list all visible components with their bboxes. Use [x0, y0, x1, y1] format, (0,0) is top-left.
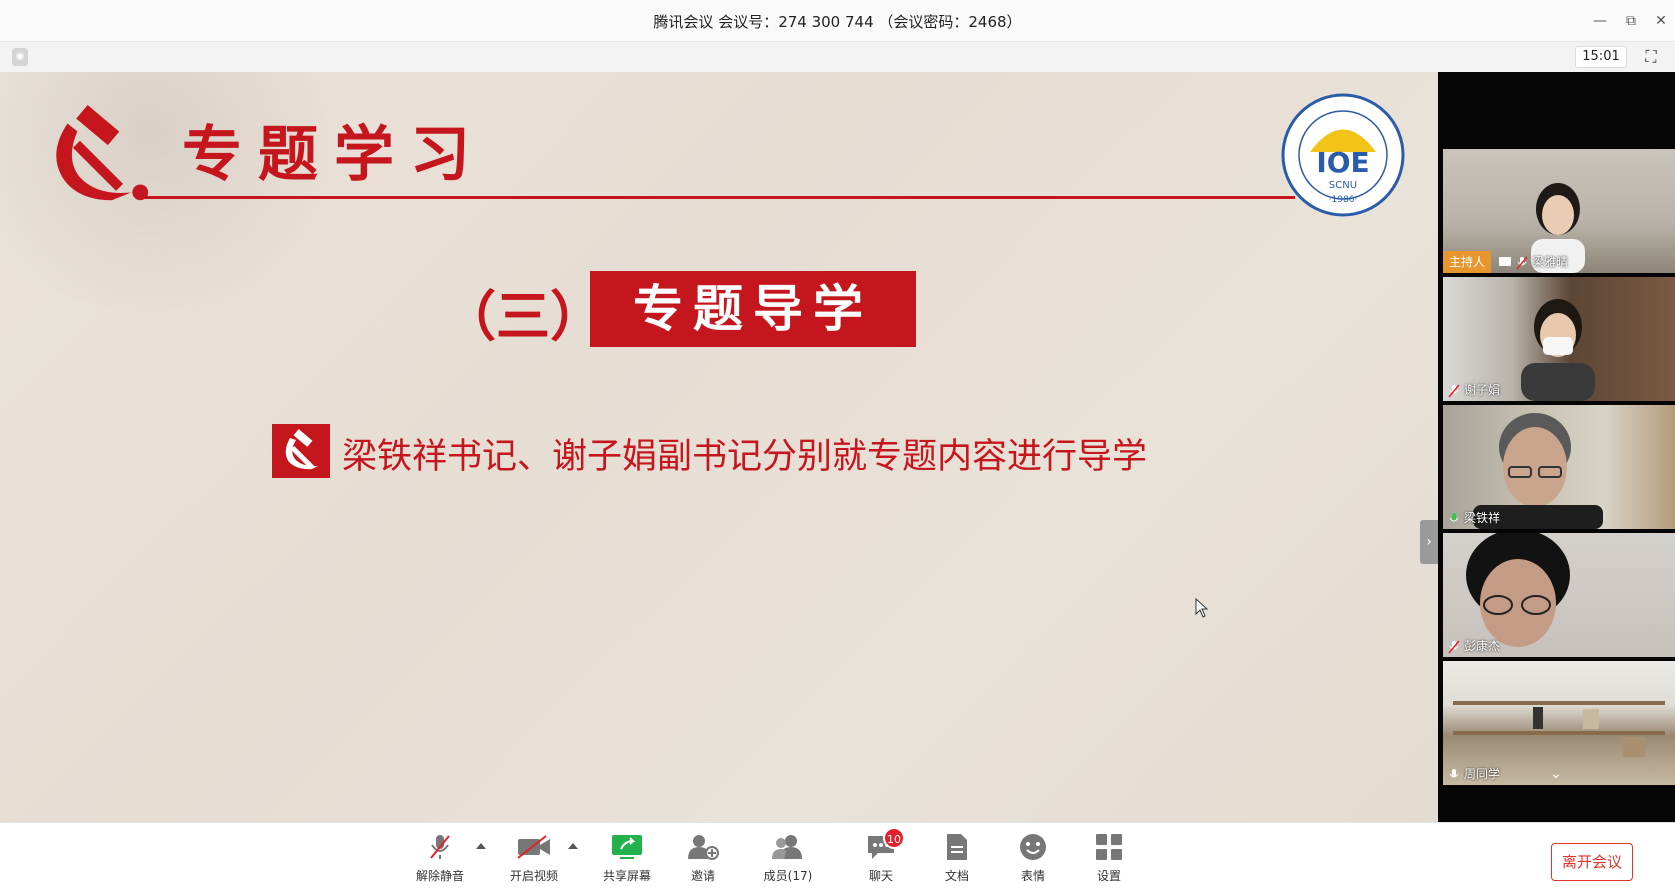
- unmute-button[interactable]: 解除静音: [408, 831, 472, 884]
- fullscreen-icon[interactable]: ⛶: [1640, 46, 1662, 68]
- svg-text:·1986·: ·1986·: [1329, 195, 1358, 205]
- audio-options-caret[interactable]: [476, 843, 486, 849]
- party-emblem-icon: [56, 105, 149, 201]
- window-title: 腾讯会议 会议号：274 300 744 （会议密码：2468）: [653, 13, 1022, 31]
- close-icon[interactable]: ✕: [1650, 10, 1672, 32]
- svg-text:SCNU: SCNU: [1329, 180, 1357, 191]
- muted-mic-icon: [1448, 384, 1460, 398]
- shield-icon[interactable]: ◉: [12, 48, 28, 66]
- screen-share-icon: [1499, 257, 1511, 266]
- muted-mic-icon: [1516, 256, 1528, 270]
- slide-heading: 专题学习: [182, 120, 486, 190]
- share-screen-icon: [612, 835, 642, 859]
- invite-button[interactable]: 邀请: [671, 831, 735, 884]
- video-options-caret[interactable]: [568, 843, 578, 849]
- chat-unread-badge: 10: [883, 827, 905, 849]
- meeting-clock: 15:01: [1575, 46, 1627, 68]
- members-button[interactable]: 成员(17): [756, 831, 820, 884]
- video-tile[interactable]: 谢子娟: [1443, 277, 1675, 401]
- restore-icon[interactable]: ⧉: [1620, 10, 1642, 32]
- collapse-video-panel-button[interactable]: ›: [1420, 520, 1438, 564]
- minimize-icon[interactable]: —: [1589, 10, 1611, 32]
- college-logo: IOE SCNU ·1986·: [1281, 93, 1405, 217]
- slide-bullet-text: 梁铁祥书记、谢子娟副书记分别就专题内容进行导学: [342, 437, 1148, 477]
- meeting-toolbar: 解除静音 开启视频 共享屏幕 邀请 成员(17) 10 聊天 文档 表情 设置 …: [0, 822, 1675, 894]
- reactions-button[interactable]: 表情: [1001, 831, 1065, 884]
- shared-screen: 专题学习 IOE SCNU ·1986· （三） 专题导学 梁铁祥书记、谢子娟副…: [0, 72, 1438, 822]
- document-icon: [947, 834, 967, 860]
- chevron-down-icon[interactable]: ⌄: [1550, 766, 1562, 782]
- documents-button[interactable]: 文档: [925, 831, 989, 884]
- video-off-icon: [517, 835, 550, 859]
- participant-name: 梁铁祥: [1464, 511, 1501, 525]
- video-tile[interactable]: 彭康杰: [1443, 533, 1675, 657]
- heading-divider: [140, 196, 1295, 199]
- mouse-cursor-icon: [1195, 598, 1209, 618]
- video-tile[interactable]: 主持人 梁雅晴: [1443, 149, 1675, 273]
- members-icon: [772, 835, 802, 859]
- settings-grid-icon: [1096, 834, 1122, 860]
- participant-name: 彭康杰: [1464, 639, 1501, 653]
- leave-meeting-button[interactable]: 离开会议: [1551, 843, 1633, 881]
- mic-icon: [1449, 513, 1459, 522]
- participant-name: 周同学: [1464, 767, 1501, 781]
- host-badge: 主持人: [1443, 251, 1492, 273]
- muted-mic-icon: [1448, 640, 1460, 654]
- video-tile[interactable]: 梁铁祥: [1443, 405, 1675, 529]
- settings-button[interactable]: 设置: [1077, 831, 1141, 884]
- muted-mic-icon: [430, 835, 450, 859]
- section-title: 专题导学: [590, 271, 916, 347]
- chat-button[interactable]: 10 聊天: [849, 827, 913, 884]
- invite-icon: [688, 835, 719, 860]
- emoji-icon: [1020, 834, 1046, 860]
- section-number: （三）: [442, 284, 604, 348]
- meeting-info-bar: ◉ 15:01 ⛶: [0, 42, 1675, 72]
- start-video-button[interactable]: 开启视频: [502, 831, 566, 884]
- svg-text:IOE: IOE: [1316, 146, 1369, 179]
- mic-icon: [1449, 769, 1459, 778]
- participant-name: 梁雅晴: [1532, 255, 1569, 269]
- share-screen-button[interactable]: 共享屏幕: [595, 831, 659, 884]
- video-panel: 主持人 梁雅晴 谢子娟 梁铁祥 彭康杰 周同学 ⌄: [1438, 72, 1675, 822]
- participant-name: 谢子娟: [1464, 383, 1501, 397]
- party-bullet-icon: [272, 424, 330, 478]
- window-titlebar: 腾讯会议 会议号：274 300 744 （会议密码：2468） — ⧉ ✕: [0, 0, 1675, 42]
